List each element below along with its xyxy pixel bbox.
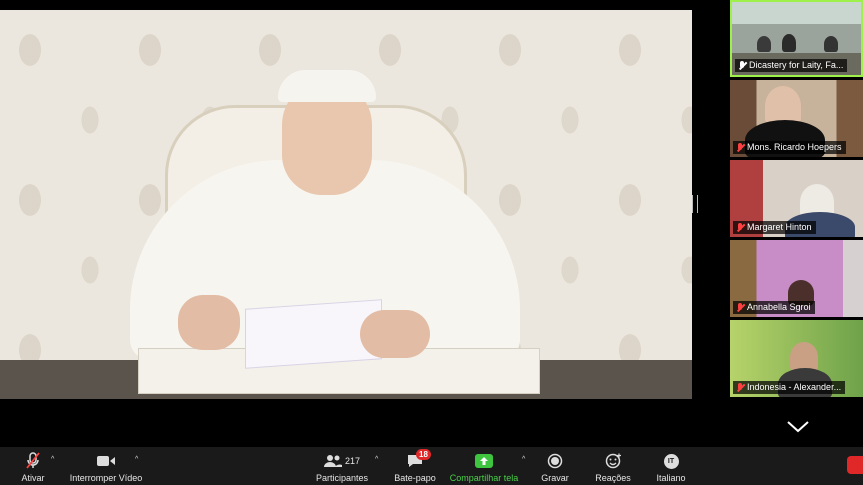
participant-figure xyxy=(782,34,796,52)
participant-tile[interactable]: Dicastery for Laity, Fa... xyxy=(730,0,863,77)
record-button[interactable]: Gravar xyxy=(538,447,572,485)
muted-microphone-icon xyxy=(736,142,744,153)
muted-microphone-icon xyxy=(736,222,744,233)
participant-tile[interactable]: Mons. Ricardo Hoepers xyxy=(730,80,863,157)
participant-name: Dicastery for Laity, Fa... xyxy=(749,60,844,70)
participant-figure xyxy=(757,36,771,52)
participants-button[interactable]: 217 Participantes xyxy=(314,447,370,485)
participant-name-tag: Mons. Ricardo Hoepers xyxy=(733,141,846,154)
muted-microphone-icon xyxy=(736,302,744,313)
language-label: Italiano xyxy=(656,473,686,483)
reactions-label: Reações xyxy=(595,473,631,483)
chat-label: Bate-papo xyxy=(394,473,436,483)
record-label: Gravar xyxy=(541,473,569,483)
reactions-button[interactable]: Reações xyxy=(594,447,632,485)
end-meeting-button[interactable] xyxy=(847,456,863,474)
muted-microphone-icon xyxy=(26,452,40,469)
panel-resize-handle[interactable] xyxy=(692,195,698,213)
participant-name: Indonesia - Alexander... xyxy=(747,382,842,392)
participant-name-tag: Indonesia - Alexander... xyxy=(733,381,846,394)
smiley-icon xyxy=(605,453,621,469)
chat-button[interactable]: 18 Bate-papo xyxy=(392,447,438,485)
language-icon: IT xyxy=(663,453,679,469)
language-interpretation-button[interactable]: IT Italiano xyxy=(654,447,688,485)
participants-icon xyxy=(323,455,342,467)
chat-unread-badge: 18 xyxy=(416,449,431,460)
share-screen-label: Compartilhar tela xyxy=(449,473,519,483)
stop-video-button[interactable]: Interromper Vídeo xyxy=(68,447,144,485)
participant-tile[interactable]: Annabella Sgroi xyxy=(730,240,863,317)
chevron-up-icon[interactable]: ^ xyxy=(522,456,525,463)
video-speaker-cap xyxy=(278,70,376,102)
share-screen-icon xyxy=(475,454,493,468)
participant-name-tag: Margaret Hinton xyxy=(733,221,816,234)
participant-name: Annabella Sgroi xyxy=(747,302,811,312)
participants-label: Participantes xyxy=(315,473,369,483)
participants-count: 217 xyxy=(344,456,361,466)
participant-name: Margaret Hinton xyxy=(747,222,812,232)
muted-microphone-icon xyxy=(736,382,744,393)
mute-label: Ativar xyxy=(21,473,45,483)
video-label: Interromper Vídeo xyxy=(69,473,143,483)
participant-tile[interactable]: Margaret Hinton xyxy=(730,160,863,237)
chevron-up-icon[interactable]: ^ xyxy=(375,456,378,463)
record-icon xyxy=(547,453,563,469)
chevron-up-icon[interactable]: ^ xyxy=(51,456,54,463)
microphone-icon xyxy=(738,60,746,71)
participant-name: Mons. Ricardo Hoepers xyxy=(747,142,842,152)
video-camera-icon xyxy=(97,456,115,466)
share-screen-button[interactable]: Compartilhar tela xyxy=(448,447,520,485)
participant-name-tag: Dicastery for Laity, Fa... xyxy=(735,59,848,72)
participant-tile[interactable]: Indonesia - Alexander... xyxy=(730,320,863,397)
participant-name-tag: Annabella Sgroi xyxy=(733,301,815,314)
video-hand xyxy=(360,310,430,358)
video-hand xyxy=(178,295,240,350)
meeting-toolbar: Ativar ^ Interromper Vídeo ^ 217 Partici… xyxy=(0,447,863,485)
chevron-up-icon[interactable]: ^ xyxy=(135,456,138,463)
chevron-down-icon[interactable] xyxy=(786,420,810,434)
mute-button[interactable]: Ativar xyxy=(18,447,48,485)
participant-figure xyxy=(824,36,838,52)
main-speaker-video xyxy=(0,10,692,399)
